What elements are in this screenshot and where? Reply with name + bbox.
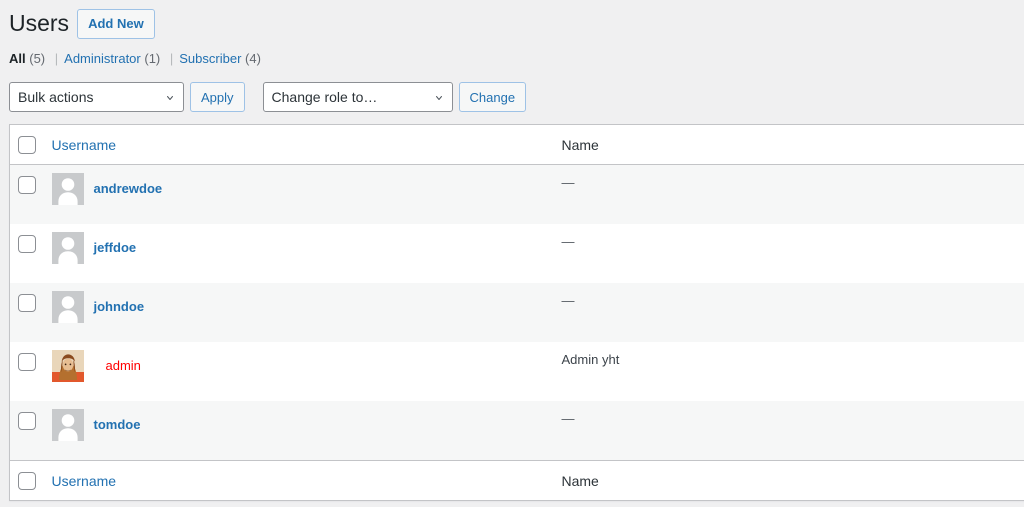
change-role-group: Change role to… Change [262, 82, 527, 112]
placeholder-avatar-icon [51, 173, 84, 206]
name-cell: — [562, 165, 1024, 225]
page-title: Users [9, 10, 70, 37]
row-checkbox-jeffdoe[interactable] [18, 235, 36, 254]
username-link-andrewdoe[interactable]: andrewdoe [94, 173, 163, 204]
name-value: — [561, 175, 575, 191]
row-checkbox-admin[interactable] [18, 353, 36, 372]
column-footer-name: Name [561, 460, 1024, 501]
user-identity: tomdoe [51, 409, 562, 442]
select-all-footer-cell [9, 460, 52, 501]
user-identity: johndoe [51, 291, 562, 324]
filter-link-subscriber[interactable]: Subscriber [179, 51, 241, 66]
users-table-foot: Username Name [9, 460, 1024, 501]
change-role-select[interactable]: Change role to… [262, 82, 453, 112]
row-checkbox-tomdoe[interactable] [18, 412, 36, 431]
table-row: andrewdoe — [9, 164, 1024, 225]
table-row: admin Admin yht [9, 342, 1024, 402]
name-cell: — [562, 224, 1024, 283]
username-cell: johndoe [51, 283, 562, 342]
filter-count-subscriber: (4) [245, 51, 261, 66]
username-cell: tomdoe [51, 401, 562, 461]
bulk-actions-select-wrapper: Bulk actions [9, 82, 184, 112]
users-table: Username Name andrewdoe — jeffdoe — johndoe —… [9, 124, 1024, 502]
select-all-checkbox-top[interactable] [18, 136, 36, 154]
table-navigation-top: Bulk actions Apply Change role to… Chang… [9, 79, 1024, 115]
filter-separator: | [169, 51, 174, 66]
filter-link-all[interactable]: All [9, 51, 26, 66]
name-value: Admin yht [561, 352, 620, 368]
name-cell: — [562, 401, 1024, 461]
filter-item-all: All (5) | [9, 46, 64, 72]
placeholder-avatar-icon [51, 232, 84, 265]
user-role-filter-links: All (5) | Administrator (1) | Subscriber… [9, 48, 1024, 70]
table-row: jeffdoe — [9, 224, 1024, 284]
username-cell: jeffdoe [51, 224, 562, 283]
filter-link-administrator[interactable]: Administrator [64, 51, 141, 66]
user-identity: admin [51, 350, 562, 383]
bulk-actions-select[interactable]: Bulk actions [9, 82, 184, 112]
name-cell: Admin yht [562, 342, 1024, 401]
table-footer-row: Username Name [9, 460, 1024, 501]
username-link-tomdoe[interactable]: tomdoe [94, 409, 141, 440]
column-sort-link-username-footer[interactable]: Username [52, 473, 117, 489]
filter-count-all: (5) [29, 51, 46, 66]
table-row: johndoe — [9, 283, 1024, 343]
apply-button[interactable]: Apply [190, 82, 245, 112]
row-checkbox-andrewdoe[interactable] [18, 176, 36, 195]
username-link-jeffdoe[interactable]: jeffdoe [94, 232, 137, 263]
page-header: Users Add New [0, 0, 1024, 39]
column-sort-link-username[interactable]: Username [52, 137, 117, 153]
filter-separator: | [54, 51, 59, 66]
user-identity: jeffdoe [51, 232, 562, 265]
table-row: tomdoe — [9, 401, 1024, 461]
select-all-header-cell [9, 124, 52, 166]
column-header-username: Username [51, 124, 562, 166]
username-cell: admin [51, 342, 562, 401]
row-select-cell [10, 165, 52, 225]
placeholder-avatar-icon [51, 291, 84, 324]
change-role-select-wrapper: Change role to… [262, 82, 453, 112]
column-footer-username: Username [51, 460, 562, 501]
username-link-admin[interactable]: admin [106, 350, 141, 381]
select-all-checkbox-bottom[interactable] [18, 472, 36, 491]
name-cell: — [562, 283, 1024, 342]
filter-count-administrator: (1) [144, 51, 161, 66]
column-header-name: Name [561, 124, 1024, 166]
filter-item-subscriber: Subscriber (4) [179, 46, 261, 72]
row-select-cell [10, 401, 52, 461]
avatar [51, 350, 84, 383]
username-cell: andrewdoe [51, 165, 562, 225]
name-value: — [561, 234, 575, 250]
users-table-body: andrewdoe — jeffdoe — johndoe — admin Admin yht… [9, 164, 1024, 461]
row-select-cell [10, 283, 52, 342]
row-select-cell [10, 342, 52, 401]
placeholder-avatar-icon [51, 409, 84, 442]
name-value: — [561, 293, 575, 309]
add-new-button[interactable]: Add New [77, 9, 155, 39]
row-checkbox-johndoe[interactable] [18, 294, 36, 313]
table-header-row: Username Name [9, 124, 1024, 166]
user-identity: andrewdoe [51, 173, 562, 206]
username-link-johndoe[interactable]: johndoe [94, 291, 145, 322]
change-role-button[interactable]: Change [458, 82, 527, 112]
row-select-cell [10, 224, 52, 283]
filter-item-administrator: Administrator (1) | [64, 46, 179, 72]
users-table-head: Username Name [9, 124, 1024, 166]
name-value: — [561, 411, 575, 427]
